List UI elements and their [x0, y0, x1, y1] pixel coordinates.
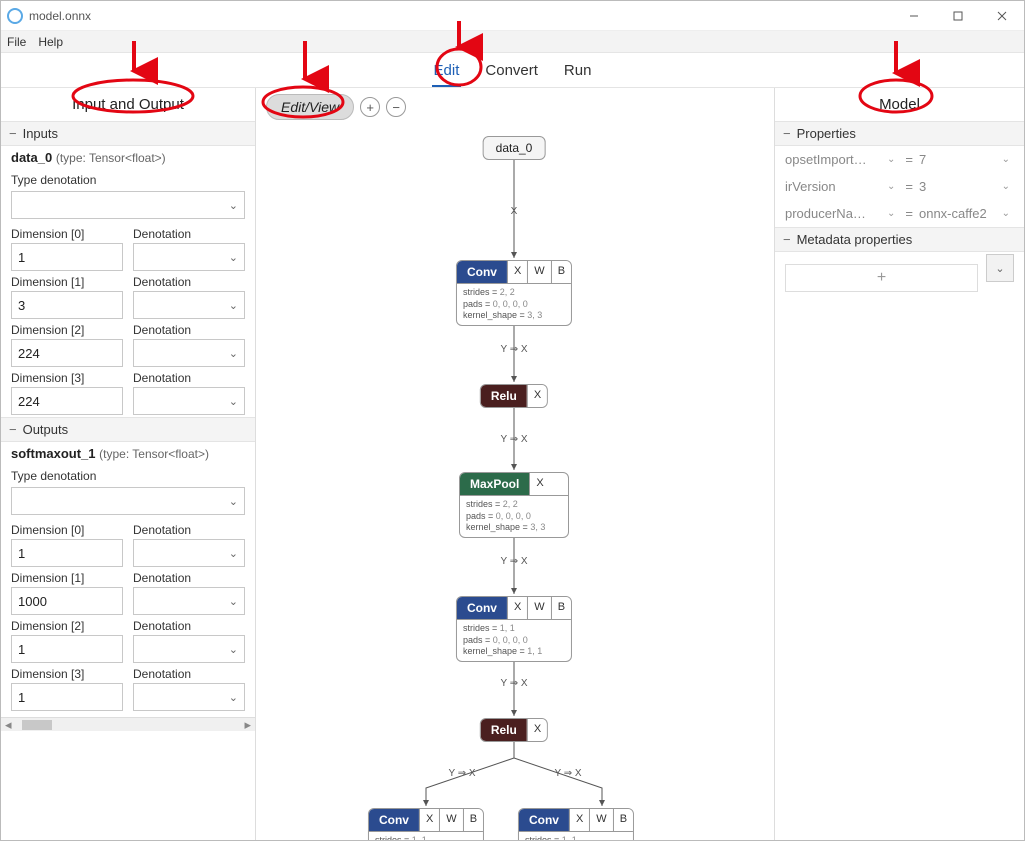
horizontal-scrollbar[interactable]: ◂▸	[1, 717, 255, 731]
type-denotation-label: Type denotation	[1, 169, 255, 189]
dimension-input[interactable]: 1	[11, 243, 123, 271]
zoom-out-button[interactable]: −	[386, 97, 406, 117]
top-tabs: Edit Convert Run	[1, 53, 1024, 87]
property-row[interactable]: producerNa…⌄= onnx-caffe2⌄	[775, 200, 1024, 227]
inputs-section-header[interactable]: −Inputs	[1, 121, 255, 146]
input-item: data_0 (type: Tensor<float>)	[1, 146, 255, 169]
graph-node-relu[interactable]: Relu X	[480, 384, 548, 408]
graph-node-maxpool[interactable]: MaxPool X strides = 2, 2 pads = 0, 0, 0,…	[459, 472, 569, 538]
right-panel: Model −Properties opsetImport…⌄= 7⌄ irVe…	[774, 88, 1024, 840]
tab-convert[interactable]: Convert	[483, 58, 540, 83]
tab-run[interactable]: Run	[562, 58, 594, 83]
denotation-input[interactable]: ⌄	[133, 683, 245, 711]
maximize-button[interactable]	[936, 1, 980, 31]
output-item: softmaxout_1 (type: Tensor<float>)	[1, 442, 255, 465]
metadata-expand-button[interactable]: ⌄	[986, 254, 1014, 282]
metadata-section-header[interactable]: −Metadata properties	[775, 227, 1024, 252]
menu-help[interactable]: Help	[38, 35, 63, 49]
graph-node-conv[interactable]: Conv X W B strides = 2, 2 pads = 0, 0, 0…	[456, 260, 572, 326]
graph-node-conv[interactable]: Conv X W B strides = 1, 1 pads = 0, 0, 0…	[368, 808, 484, 840]
denotation-input[interactable]: ⌄	[133, 539, 245, 567]
denotation-input[interactable]: ⌄	[133, 635, 245, 663]
properties-section-header[interactable]: −Properties	[775, 121, 1024, 146]
input-name: data_0	[11, 150, 52, 165]
canvas-panel[interactable]: Edit/View + −	[256, 88, 774, 840]
type-denotation-input[interactable]: ⌄	[11, 191, 245, 219]
denotation-input[interactable]: ⌄	[133, 243, 245, 271]
close-button[interactable]	[980, 1, 1024, 31]
window-title: model.onnx	[29, 9, 91, 23]
property-row[interactable]: opsetImport…⌄= 7⌄	[775, 146, 1024, 173]
dimension-input[interactable]: 1	[11, 683, 123, 711]
denotation-input[interactable]: ⌄	[133, 387, 245, 415]
minimize-button[interactable]	[892, 1, 936, 31]
app-icon	[7, 8, 23, 24]
edit-view-button[interactable]: Edit/View	[266, 94, 354, 120]
graph-node-relu[interactable]: Relu X	[480, 718, 548, 742]
denotation-input[interactable]: ⌄	[133, 339, 245, 367]
add-metadata-button[interactable]: +	[785, 264, 978, 292]
input-type: (type: Tensor<float>)	[56, 151, 166, 165]
dimension-input[interactable]: 224	[11, 339, 123, 367]
graph-node-conv[interactable]: Conv X W B strides = 1, 1 pads = 1, 1, 1…	[518, 808, 634, 840]
dimension-input[interactable]: 1	[11, 539, 123, 567]
chevron-down-icon: ⌄	[229, 199, 238, 212]
graph-canvas[interactable]: data_0 X Conv X W B strides = 2, 2 pads …	[256, 128, 774, 840]
dimension-input[interactable]: 3	[11, 291, 123, 319]
left-panel: Input and Output −Inputs data_0 (type: T…	[1, 88, 256, 840]
graph-node-conv[interactable]: Conv X W B strides = 1, 1 pads = 0, 0, 0…	[456, 596, 572, 662]
property-row[interactable]: irVersion⌄= 3⌄	[775, 173, 1024, 200]
outputs-section-header[interactable]: −Outputs	[1, 417, 255, 442]
denotation-input[interactable]: ⌄	[133, 587, 245, 615]
denotation-input[interactable]: ⌄	[133, 291, 245, 319]
dimension-input[interactable]: 1	[11, 635, 123, 663]
menubar: File Help	[1, 31, 1024, 53]
zoom-in-button[interactable]: +	[360, 97, 380, 117]
type-denotation-input[interactable]: ⌄	[11, 487, 245, 515]
left-panel-title: Input and Output	[1, 88, 255, 121]
output-type: (type: Tensor<float>)	[99, 447, 209, 461]
dimension-input[interactable]: 1000	[11, 587, 123, 615]
tab-edit[interactable]: Edit	[432, 58, 462, 83]
dimension-input[interactable]: 224	[11, 387, 123, 415]
menu-file[interactable]: File	[7, 35, 26, 49]
titlebar: model.onnx	[1, 1, 1024, 31]
right-panel-title: Model	[775, 88, 1024, 121]
output-name: softmaxout_1	[11, 446, 96, 461]
graph-input-node[interactable]: data_0	[483, 136, 546, 160]
